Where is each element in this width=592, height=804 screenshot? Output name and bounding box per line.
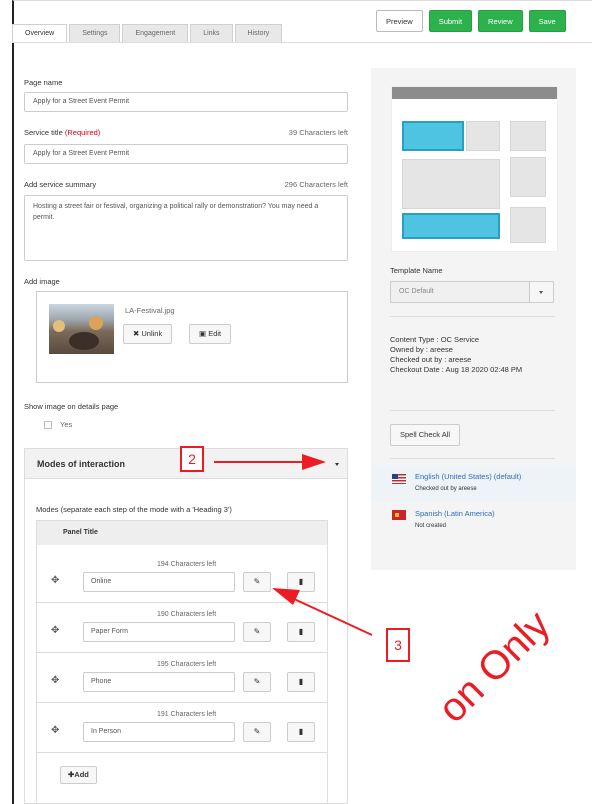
annotation-step-3: 3 — [386, 628, 410, 662]
